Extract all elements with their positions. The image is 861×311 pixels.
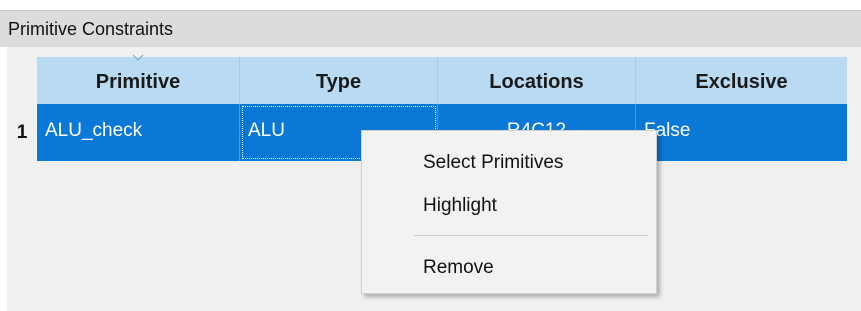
table-header: Primitive Type Locations Exclusive [37,54,847,107]
column-header-exclusive[interactable]: Exclusive [636,57,847,107]
context-menu: Select Primitives Highlight Remove [361,130,657,294]
panel-title: Primitive Constraints [0,10,861,47]
column-header-label: Locations [489,71,584,93]
sort-chevron-icon [132,54,144,61]
primitive-constraints-window: Primitive Constraints Primitive Type Loc… [0,0,861,311]
column-header-primitive[interactable]: Primitive [37,54,240,107]
cell-exclusive[interactable]: False [636,104,847,161]
column-header-locations[interactable]: Locations [438,57,636,107]
column-header-type[interactable]: Type [240,57,438,107]
menu-separator [414,235,648,236]
menu-item-highlight[interactable]: Highlight [363,187,655,225]
menu-item-select-primitives[interactable]: Select Primitives [363,144,655,182]
column-header-label: Exclusive [695,71,788,93]
column-header-label: Type [315,71,362,93]
menu-item-remove[interactable]: Remove [363,249,655,287]
row-number[interactable]: 1 [7,104,37,161]
column-header-label: Primitive [95,71,181,93]
cell-primitive[interactable]: ALU_check [37,104,240,161]
top-strip [0,0,861,10]
